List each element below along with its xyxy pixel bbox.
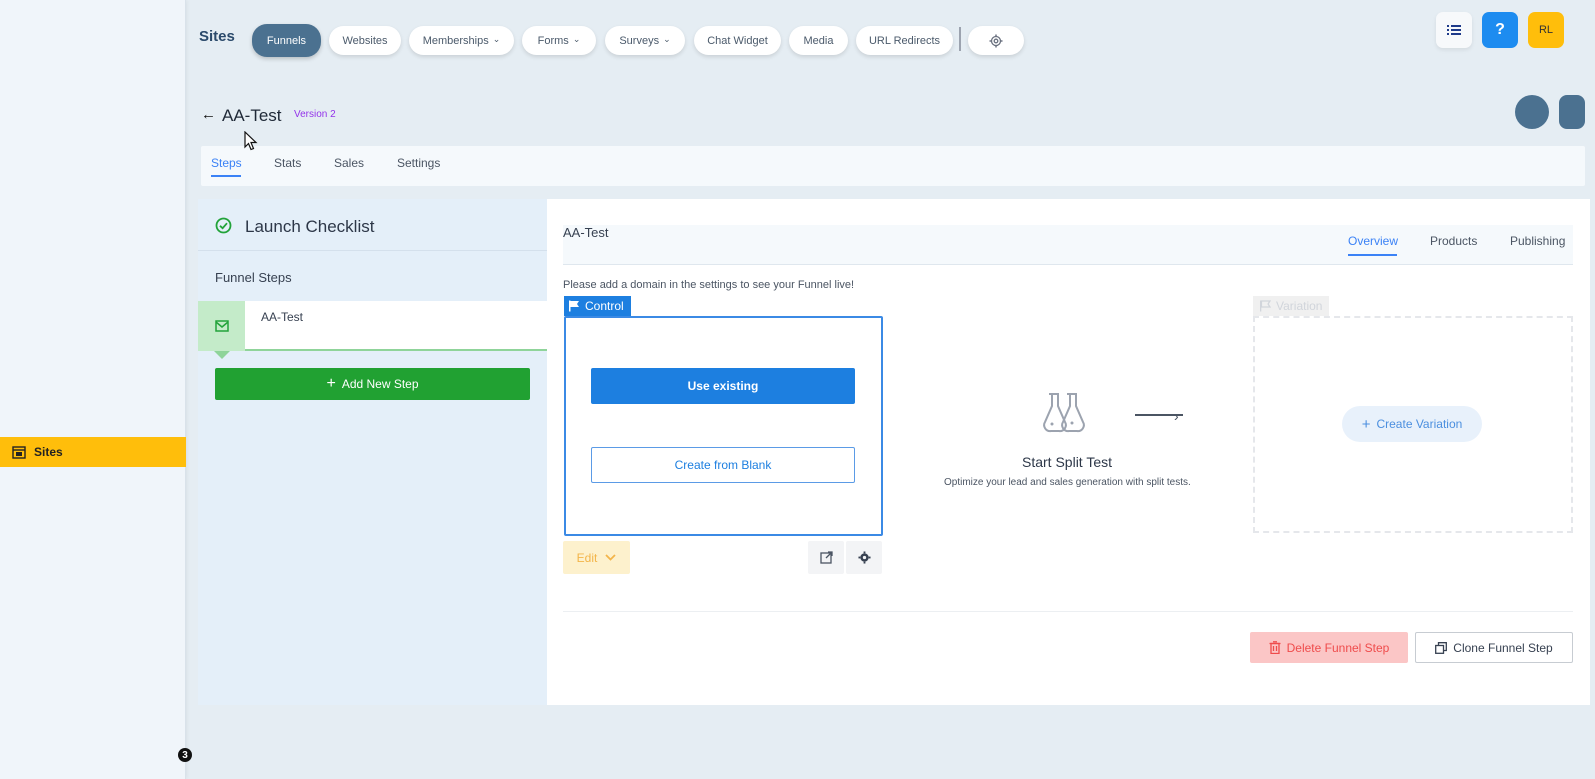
- step-icon-box: [198, 301, 245, 351]
- control-variant: [564, 316, 883, 536]
- use-existing-button[interactable]: Use existing: [591, 368, 855, 404]
- mail-icon: [214, 320, 229, 332]
- nav-settings[interactable]: [968, 26, 1024, 55]
- funnel-steps-heading: Funnel Steps: [215, 270, 292, 285]
- create-from-blank-button[interactable]: Create from Blank: [591, 447, 855, 483]
- nav-surveys-label: Surveys: [619, 34, 660, 47]
- step-header: [563, 225, 1573, 265]
- variation-flag: Variation: [1253, 296, 1329, 316]
- help-icon: ?: [1495, 21, 1505, 38]
- step-settings-button[interactable]: [846, 541, 882, 574]
- nav-funnels[interactable]: Funnels: [252, 24, 321, 57]
- flask-icon: [1043, 393, 1085, 433]
- sidebar-item-label: Sites: [34, 445, 63, 459]
- sidebar: [0, 0, 186, 779]
- tab-stats[interactable]: Stats: [274, 156, 301, 170]
- variation-flag-label: Variation: [1276, 299, 1323, 313]
- chevron-down-icon: ⌄: [492, 34, 501, 44]
- page-title: AA-Test: [222, 106, 282, 125]
- plus-icon: +: [326, 375, 336, 392]
- arrow-head: ›: [1174, 408, 1179, 424]
- gear-icon: [857, 551, 871, 564]
- app-title: Sites: [199, 28, 235, 45]
- nav-forms-label: Forms: [537, 34, 569, 47]
- split-test-title: Start Split Test: [1022, 454, 1113, 470]
- clone-funnel-step-button[interactable]: Clone Funnel Step: [1415, 632, 1573, 663]
- nav-websites[interactable]: Websites: [329, 26, 401, 55]
- step-title: AA-Test: [563, 225, 609, 240]
- domain-notice: Please add a domain in the settings to s…: [563, 279, 855, 291]
- help-button[interactable]: ?: [1482, 12, 1518, 48]
- checklist-title: Launch Checklist: [245, 217, 375, 236]
- more-button[interactable]: [1559, 95, 1585, 129]
- nav-forms[interactable]: Forms ⌄: [522, 26, 596, 55]
- share-button[interactable]: [1515, 95, 1549, 129]
- control-flag: Control: [564, 296, 631, 316]
- nav-memberships[interactable]: Memberships ⌄: [409, 26, 514, 55]
- notification-badge[interactable]: 3: [178, 748, 192, 762]
- delete-label: Delete Funnel Step: [1286, 640, 1390, 655]
- nav-memberships-label: Memberships: [422, 34, 489, 47]
- nav-chat-widget[interactable]: Chat Widget: [694, 26, 781, 55]
- gear-icon: [989, 34, 1003, 47]
- edit-button[interactable]: Edit: [563, 541, 630, 574]
- sidebar-item-sites[interactable]: Sites: [0, 437, 186, 467]
- tab-underline: [1348, 254, 1397, 256]
- nav-divider: [959, 27, 961, 51]
- tab-publishing[interactable]: Publishing: [1510, 234, 1565, 248]
- tab-sales[interactable]: Sales: [334, 156, 364, 170]
- split-test-description: Optimize your lead and sales generation …: [944, 477, 1191, 488]
- external-link-icon: [819, 551, 833, 564]
- list-item[interactable]: [198, 301, 547, 351]
- add-new-step-button[interactable]: + Add New Step: [215, 368, 530, 400]
- create-variation-label: Create Variation: [1376, 417, 1463, 431]
- tab-underline: [211, 175, 241, 177]
- list-button[interactable]: [1436, 12, 1472, 48]
- avatar[interactable]: RL: [1528, 12, 1564, 48]
- tab-steps[interactable]: Steps: [211, 156, 242, 170]
- step-label: AA-Test: [261, 310, 304, 324]
- copy-icon: [1435, 641, 1448, 654]
- step-pointer: [214, 351, 230, 359]
- clone-label: Clone Funnel Step: [1453, 640, 1553, 655]
- add-step-label: Add New Step: [341, 377, 419, 391]
- edit-label: Edit: [576, 550, 598, 565]
- divider: [563, 611, 1573, 612]
- mouse-cursor-icon: [244, 131, 258, 151]
- chevron-down-icon: [605, 554, 616, 561]
- back-arrow-icon[interactable]: ←: [201, 106, 216, 123]
- flag-icon: [569, 300, 579, 312]
- flag-icon: [1260, 300, 1271, 312]
- list-icon: [1447, 25, 1461, 35]
- nav-url-redirects[interactable]: URL Redirects: [856, 26, 953, 55]
- version-badge: Version 2: [294, 109, 336, 120]
- tab-products[interactable]: Products: [1430, 234, 1477, 248]
- delete-funnel-step-button[interactable]: Delete Funnel Step: [1250, 632, 1408, 663]
- nav-surveys[interactable]: Surveys ⌄: [605, 26, 685, 55]
- check-circle-icon: [215, 217, 232, 234]
- create-variation-button[interactable]: + Create Variation: [1342, 406, 1482, 442]
- nav-media[interactable]: Media: [789, 26, 848, 55]
- tab-overview[interactable]: Overview: [1348, 234, 1398, 248]
- tab-settings[interactable]: Settings: [397, 156, 440, 170]
- trash-icon: [1269, 641, 1281, 654]
- preview-button[interactable]: [808, 541, 844, 574]
- sites-icon: [12, 446, 26, 459]
- chevron-down-icon: ⌄: [572, 34, 581, 44]
- plus-icon: +: [1361, 415, 1371, 433]
- chevron-down-icon: ⌄: [663, 34, 671, 44]
- control-flag-label: Control: [585, 299, 624, 313]
